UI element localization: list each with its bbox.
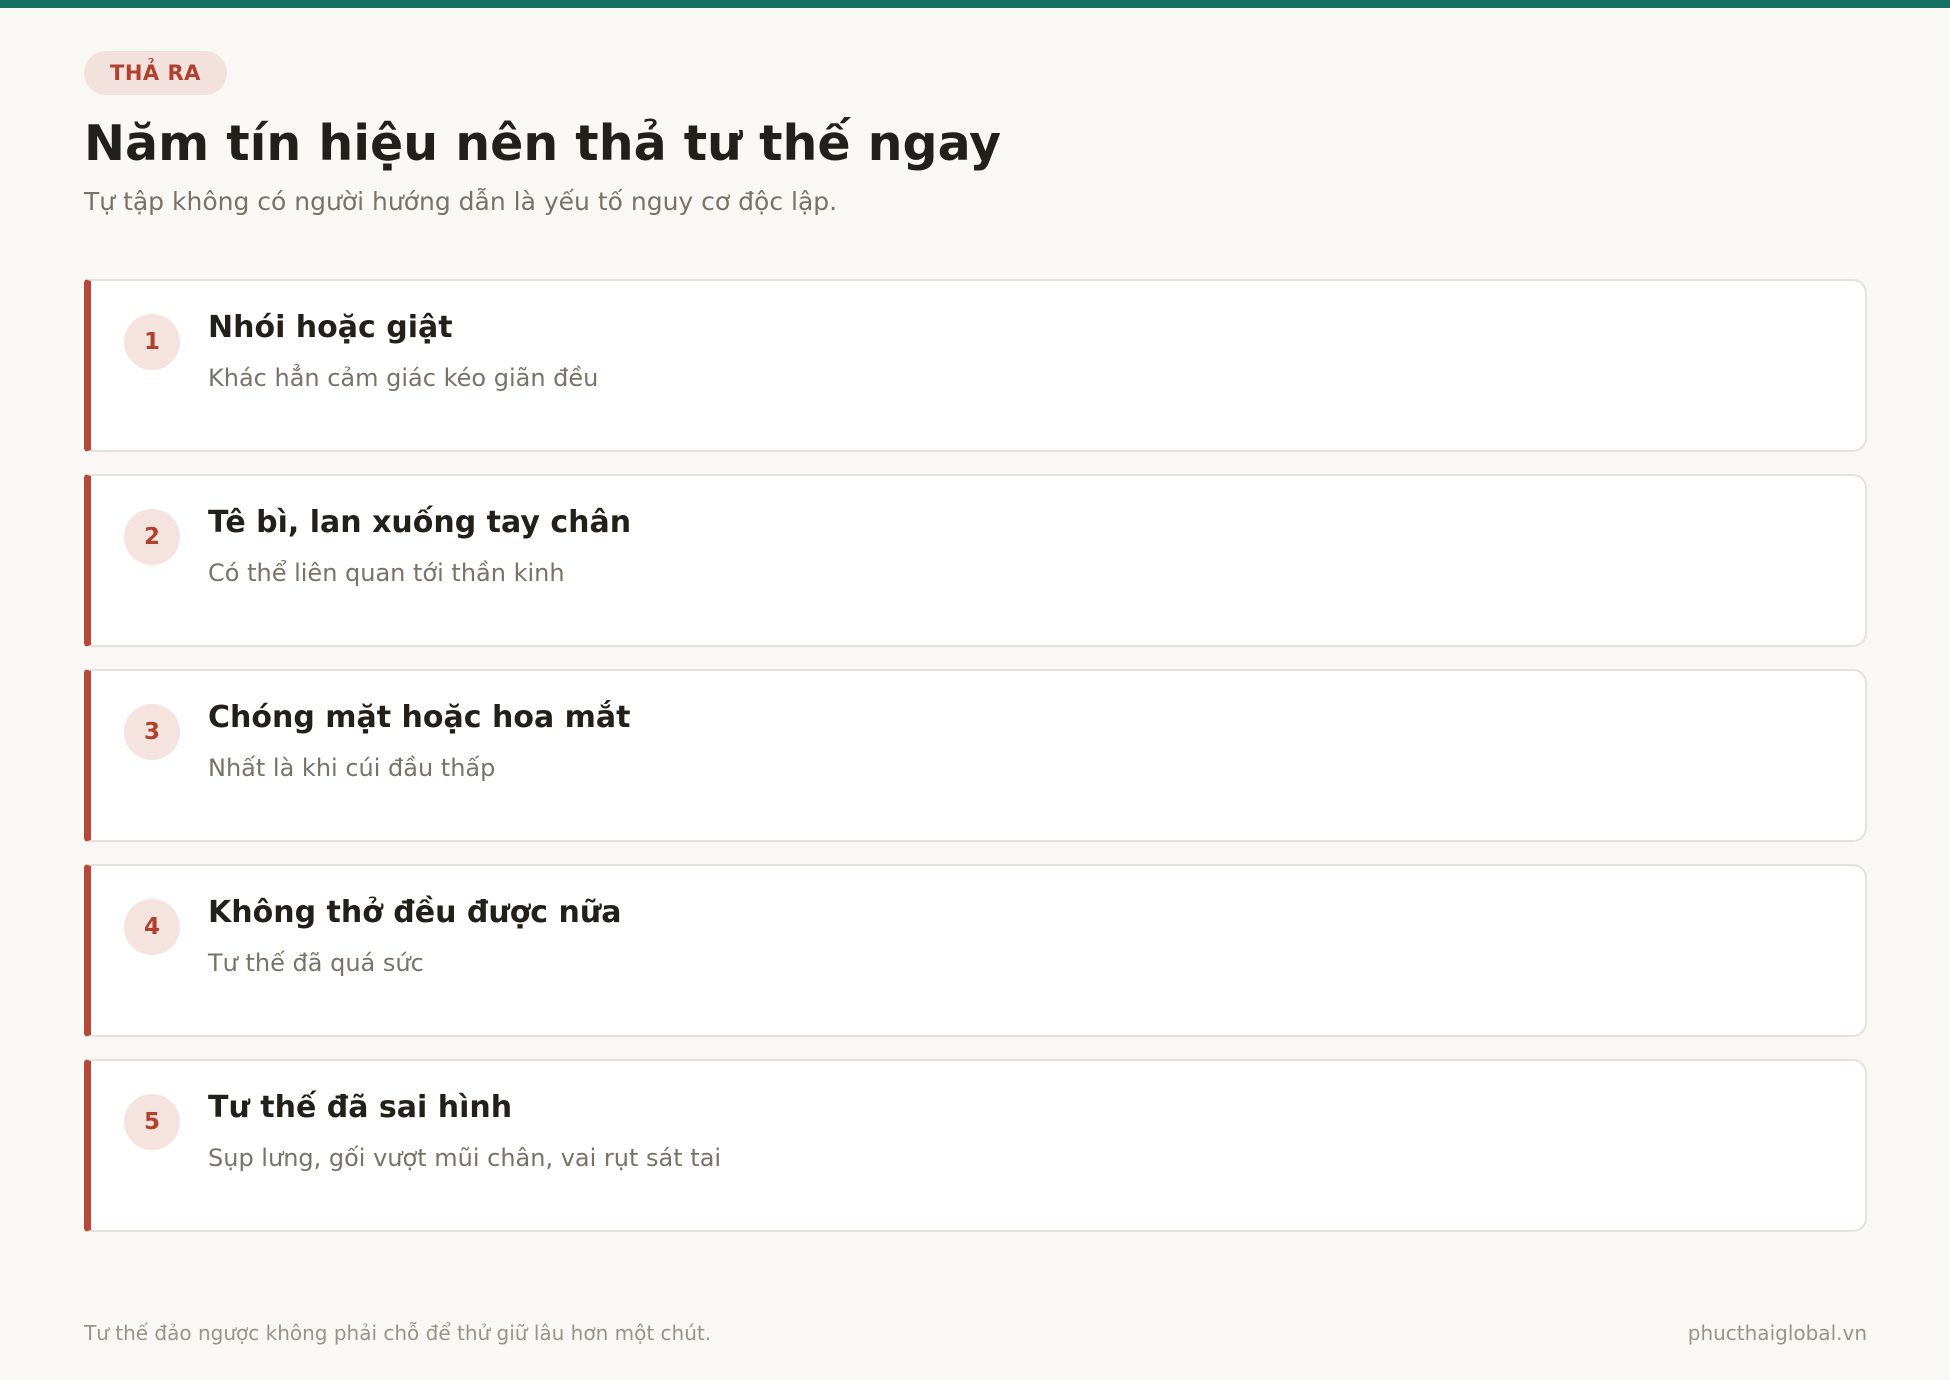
page-subtitle: Tự tập không có người hướng dẫn là yếu t… (84, 186, 838, 216)
top-accent-bar (0, 0, 1950, 8)
signal-card: 5 Tư thế đã sai hình Sụp lưng, gối vượt … (84, 1059, 1867, 1232)
signal-card: 2 Tê bì, lan xuống tay chân Có thể liên … (84, 474, 1867, 647)
signal-title: Tê bì, lan xuống tay chân (208, 505, 632, 540)
signal-title: Tư thế đã sai hình (208, 1090, 513, 1125)
signal-number-badge: 4 (124, 899, 180, 955)
signal-description: Tư thế đã quá sức (208, 949, 424, 977)
category-tag: THẢ RA (84, 51, 227, 95)
page-title: Năm tín hiệu nên thả tư thế ngay (84, 115, 1002, 172)
signal-title: Chóng mặt hoặc hoa mắt (208, 700, 631, 735)
signal-card: 1 Nhói hoặc giật Khác hẳn cảm giác kéo g… (84, 279, 1867, 452)
signal-description: Nhất là khi cúi đầu thấp (208, 754, 496, 782)
signal-description: Khác hẳn cảm giác kéo giãn đều (208, 364, 599, 392)
signal-title: Nhói hoặc giật (208, 310, 453, 345)
signal-card: 4 Không thở đều được nữa Tư thế đã quá s… (84, 864, 1867, 1037)
signal-number-badge: 5 (124, 1094, 180, 1150)
footer-note: Tư thế đảo ngược không phải chỗ để thử g… (84, 1321, 712, 1345)
signal-number-badge: 1 (124, 314, 180, 370)
signal-number-badge: 2 (124, 509, 180, 565)
signal-card: 3 Chóng mặt hoặc hoa mắt Nhất là khi cúi… (84, 669, 1867, 842)
signal-number-badge: 3 (124, 704, 180, 760)
signal-list: 1 Nhói hoặc giật Khác hẳn cảm giác kéo g… (84, 279, 1867, 1254)
signal-description: Có thể liên quan tới thần kinh (208, 559, 565, 587)
signal-description: Sụp lưng, gối vượt mũi chân, vai rụt sát… (208, 1144, 722, 1172)
footer-site-link[interactable]: phucthaiglobal.vn (1688, 1321, 1867, 1345)
page-header: THẢ RA Năm tín hiệu nên thả tư thế ngay … (84, 51, 1867, 217)
signal-title: Không thở đều được nữa (208, 895, 622, 930)
